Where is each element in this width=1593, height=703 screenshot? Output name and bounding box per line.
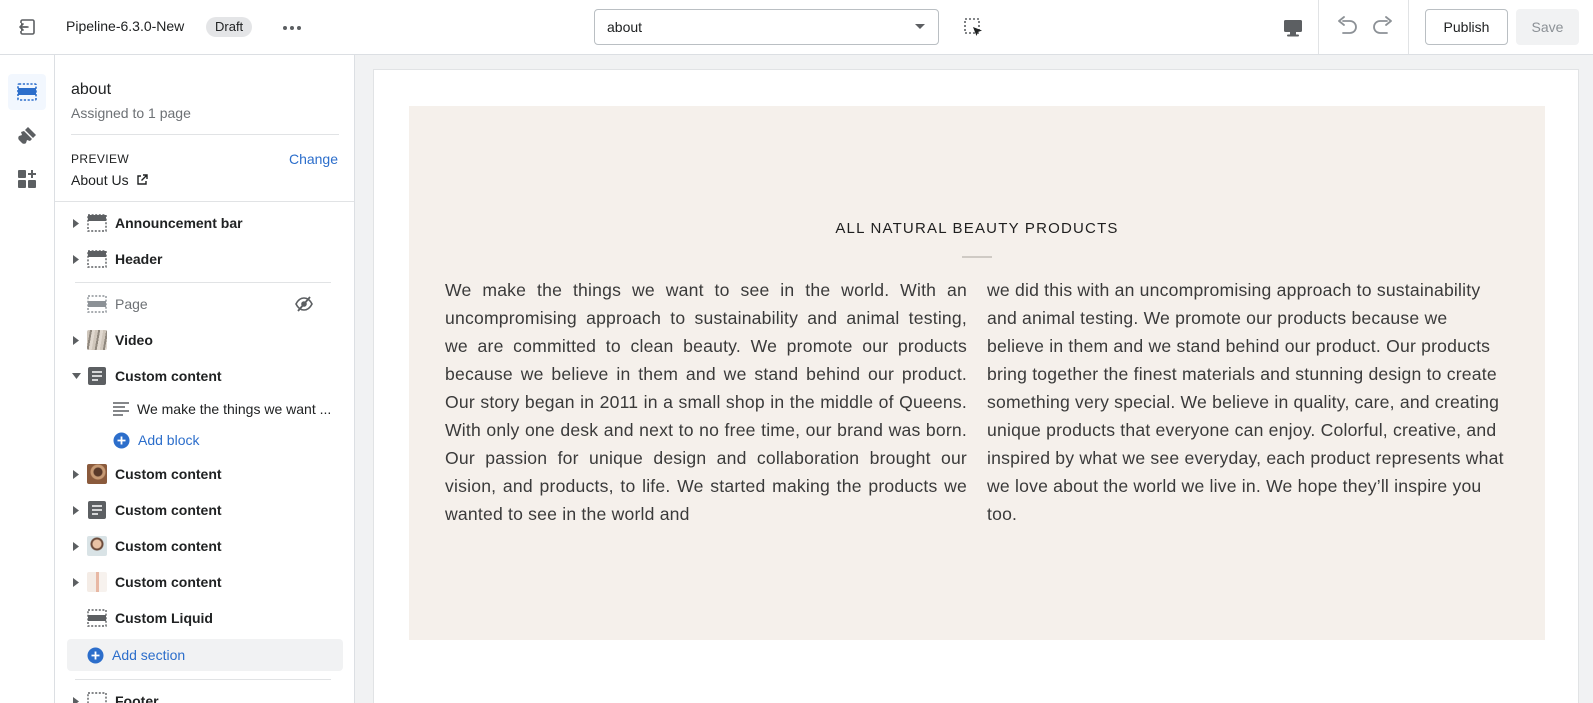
caret-right-icon[interactable] — [69, 216, 83, 230]
caret-down-icon — [915, 24, 925, 29]
exit-button[interactable] — [0, 0, 54, 54]
status-badge: Draft — [206, 17, 253, 37]
caret-right-icon[interactable] — [69, 252, 83, 266]
caret-right-icon[interactable] — [69, 503, 83, 517]
text-column-1: We make the things we want to see in the… — [445, 280, 967, 524]
inspector-button[interactable] — [960, 14, 988, 42]
divider — [71, 134, 339, 135]
block-label: We make the things we want ... — [137, 401, 332, 417]
preview-label: PREVIEW — [71, 152, 130, 166]
section-footer[interactable]: Footer — [67, 685, 343, 703]
exit-icon — [17, 19, 35, 35]
sections-sidebar: about Assigned to 1 page PREVIEW Change … — [55, 55, 355, 703]
caret-right-icon[interactable] — [69, 694, 83, 703]
sections-icon — [17, 83, 37, 101]
page-section-icon — [87, 294, 107, 314]
footer-section-icon — [87, 691, 107, 703]
change-preview-link[interactable]: Change — [289, 151, 338, 167]
divider — [55, 201, 354, 202]
more-horizontal-icon — [283, 26, 301, 30]
section-label: Custom content — [115, 466, 222, 482]
left-rail — [0, 55, 55, 703]
template-subtitle: Assigned to 1 page — [71, 105, 191, 121]
template-select-value: about — [607, 19, 643, 35]
rail-theme-settings-button[interactable] — [8, 118, 46, 154]
image-thumbnail — [87, 464, 107, 484]
external-link-icon — [136, 174, 148, 185]
caret-down-icon[interactable] — [69, 369, 83, 383]
section-label: Video — [115, 332, 153, 348]
paintbrush-icon — [18, 127, 36, 144]
preview-page-label: About Us — [71, 172, 129, 188]
text-column-2: we did this with an uncompromising appro… — [987, 280, 1504, 524]
section-custom-liquid[interactable]: Custom Liquid — [67, 602, 343, 634]
caret-right-icon[interactable] — [69, 539, 83, 553]
divider — [1318, 0, 1319, 54]
section-label: Custom Liquid — [115, 610, 213, 626]
caret-right-icon[interactable] — [69, 467, 83, 481]
rail-sections-button[interactable] — [8, 74, 46, 110]
section-label: Custom content — [115, 368, 222, 384]
section-label: Page — [115, 296, 148, 312]
plus-circle-icon — [113, 432, 130, 448]
redo-icon — [1373, 16, 1392, 34]
inspector-icon — [964, 18, 982, 36]
plus-circle-icon — [87, 647, 104, 663]
custom-content-section[interactable]: ALL NATURAL BEAUTY PRODUCTS We make the … — [409, 106, 1545, 640]
add-section-button[interactable]: Add section — [67, 639, 343, 671]
top-bar: Pipeline-6.3.0-New Draft about Publish S… — [0, 0, 1593, 55]
section-custom-content[interactable]: Custom content — [67, 360, 343, 392]
section-page[interactable]: Page — [67, 288, 343, 320]
divider — [75, 679, 331, 680]
section-label: Custom content — [115, 538, 222, 554]
undo-icon — [1338, 16, 1357, 34]
section-label: Footer — [115, 693, 159, 703]
add-block-button[interactable]: Add block — [113, 424, 343, 456]
section-custom-content[interactable]: Custom content — [67, 566, 343, 598]
section-header[interactable]: Header — [67, 243, 343, 275]
rail-apps-button[interactable] — [8, 161, 46, 197]
text-block-icon — [113, 402, 129, 416]
text-section-icon — [87, 500, 107, 520]
theme-name: Pipeline-6.3.0-New — [66, 18, 185, 34]
add-section-label: Add section — [112, 647, 186, 663]
image-thumbnail — [87, 536, 107, 556]
text-section-icon — [87, 366, 107, 386]
add-block-label: Add block — [138, 432, 200, 448]
preview-canvas: ALL NATURAL BEAUTY PRODUCTS We make the … — [373, 69, 1579, 703]
section-label: Custom content — [115, 502, 222, 518]
section-video[interactable]: Video — [67, 324, 343, 356]
preview-page[interactable]: About Us — [71, 172, 148, 188]
section-label: Announcement bar — [115, 215, 243, 231]
redo-button[interactable] — [1368, 12, 1398, 42]
section-announcement-bar[interactable]: Announcement bar — [67, 207, 343, 239]
apps-icon — [18, 170, 36, 188]
save-button[interactable]: Save — [1516, 9, 1579, 45]
image-thumbnail — [87, 572, 107, 592]
section-custom-content[interactable]: Custom content — [67, 458, 343, 490]
publish-button[interactable]: Publish — [1425, 9, 1508, 45]
template-select[interactable]: about — [594, 9, 939, 45]
hidden-eye-icon[interactable] — [295, 295, 313, 313]
more-actions-button[interactable] — [278, 14, 306, 42]
divider — [75, 282, 331, 283]
caret-right-icon[interactable] — [69, 333, 83, 347]
desktop-icon — [1284, 20, 1302, 37]
section-heading: ALL NATURAL BEAUTY PRODUCTS — [835, 220, 1119, 237]
header-section-icon — [87, 213, 107, 233]
template-title: about — [71, 81, 112, 98]
section-label: Header — [115, 251, 163, 267]
section-label: Custom content — [115, 574, 222, 590]
desktop-view-button[interactable] — [1278, 13, 1308, 43]
divider — [1408, 0, 1409, 54]
liquid-section-icon — [87, 608, 107, 628]
undo-button[interactable] — [1332, 12, 1362, 42]
section-custom-content[interactable]: Custom content — [67, 530, 343, 562]
section-custom-content[interactable]: Custom content — [67, 494, 343, 526]
video-thumbnail — [87, 330, 107, 350]
block-text[interactable]: We make the things we want ... — [113, 393, 343, 425]
heading-divider — [962, 256, 992, 258]
caret-right-icon[interactable] — [69, 575, 83, 589]
header-section-icon — [87, 249, 107, 269]
